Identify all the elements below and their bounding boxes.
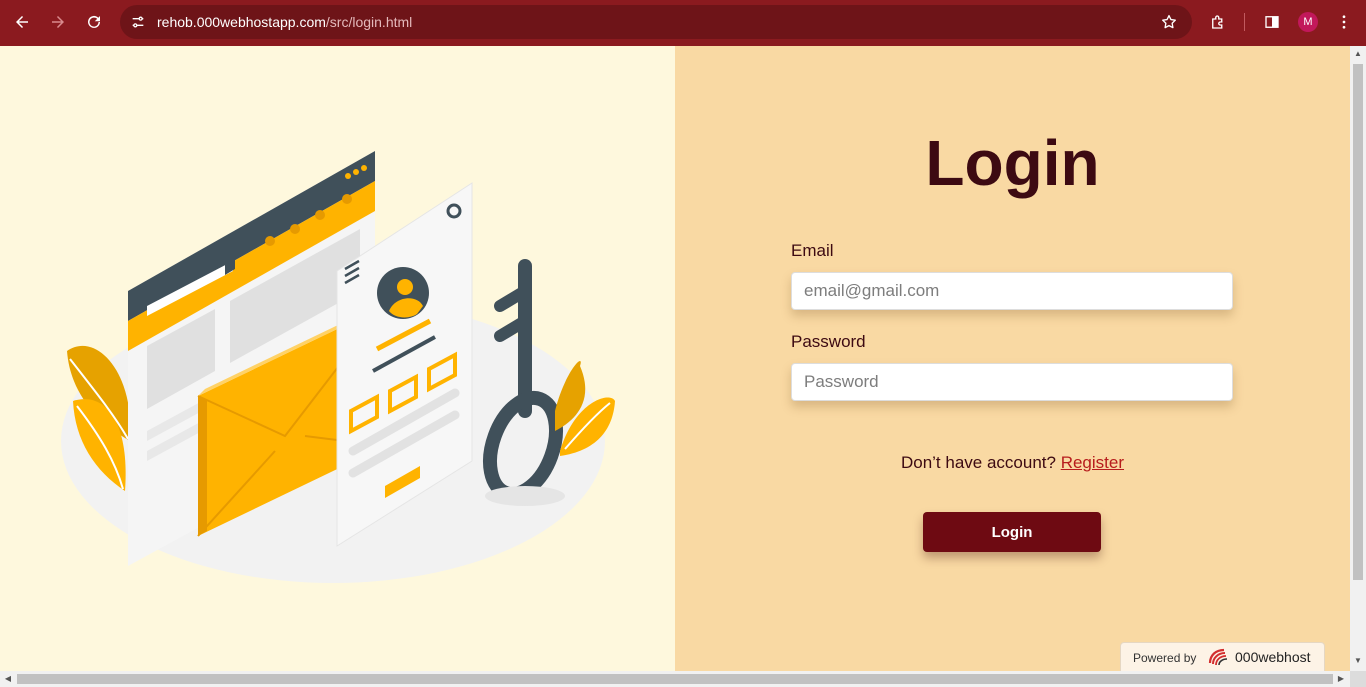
scrollbar-corner bbox=[1350, 671, 1366, 687]
email-field[interactable] bbox=[792, 273, 1232, 309]
illustration-panel bbox=[0, 46, 675, 671]
login-illustration bbox=[61, 151, 615, 583]
email-field-wrapper bbox=[791, 272, 1233, 310]
page-title: Login bbox=[925, 127, 1100, 199]
vertical-scrollbar[interactable]: ▲ ▼ bbox=[1350, 46, 1366, 671]
page-viewport: Login Email Password Don’t have account?… bbox=[0, 46, 1350, 671]
password-field[interactable] bbox=[792, 364, 1232, 400]
kebab-menu-icon[interactable] bbox=[1333, 11, 1355, 33]
powered-by-badge[interactable]: Powered by 000webhost bbox=[1120, 642, 1325, 671]
powered-by-text: Powered by bbox=[1133, 651, 1197, 665]
bookmark-star-icon[interactable] bbox=[1160, 13, 1178, 31]
profile-avatar[interactable]: M bbox=[1298, 12, 1318, 32]
register-link[interactable]: Register bbox=[1061, 453, 1124, 472]
url-host: rehob.000webhostapp.com bbox=[157, 14, 326, 30]
scroll-left-icon[interactable]: ◀ bbox=[3, 674, 13, 684]
horizontal-scrollbar[interactable]: ◀ ▶ bbox=[0, 671, 1350, 687]
reload-icon[interactable] bbox=[83, 11, 105, 33]
url-text[interactable]: rehob.000webhostapp.com/src/login.html bbox=[157, 14, 412, 30]
webhost-logo-icon bbox=[1208, 648, 1228, 666]
browser-toolbar: rehob.000webhostapp.com/src/login.html M bbox=[0, 0, 1366, 46]
password-label: Password bbox=[791, 332, 866, 351]
forward-arrow-icon[interactable] bbox=[47, 11, 69, 33]
toolbar-divider bbox=[1244, 13, 1245, 31]
horizontal-scroll-thumb[interactable] bbox=[17, 674, 1333, 684]
extensions-icon[interactable] bbox=[1207, 11, 1229, 33]
login-button[interactable]: Login bbox=[923, 512, 1101, 552]
side-panel-icon[interactable] bbox=[1261, 11, 1283, 33]
scroll-up-icon[interactable]: ▲ bbox=[1353, 49, 1363, 59]
scroll-down-icon[interactable]: ▼ bbox=[1353, 656, 1363, 666]
register-prompt-row: Don’t have account? Register bbox=[675, 453, 1350, 473]
site-info-icon[interactable] bbox=[126, 10, 150, 34]
email-label: Email bbox=[791, 241, 834, 260]
back-arrow-icon[interactable] bbox=[11, 11, 33, 33]
login-panel: Login Email Password Don’t have account?… bbox=[675, 46, 1350, 671]
address-bar[interactable]: rehob.000webhostapp.com/src/login.html bbox=[120, 5, 1192, 39]
register-prompt-text: Don’t have account? bbox=[900, 453, 1056, 472]
webhost-brand: 000webhost bbox=[1235, 649, 1311, 665]
scroll-right-icon[interactable]: ▶ bbox=[1336, 674, 1346, 684]
url-path: /src/login.html bbox=[325, 14, 413, 30]
vertical-scroll-thumb[interactable] bbox=[1353, 64, 1363, 580]
password-field-wrapper bbox=[791, 363, 1233, 401]
